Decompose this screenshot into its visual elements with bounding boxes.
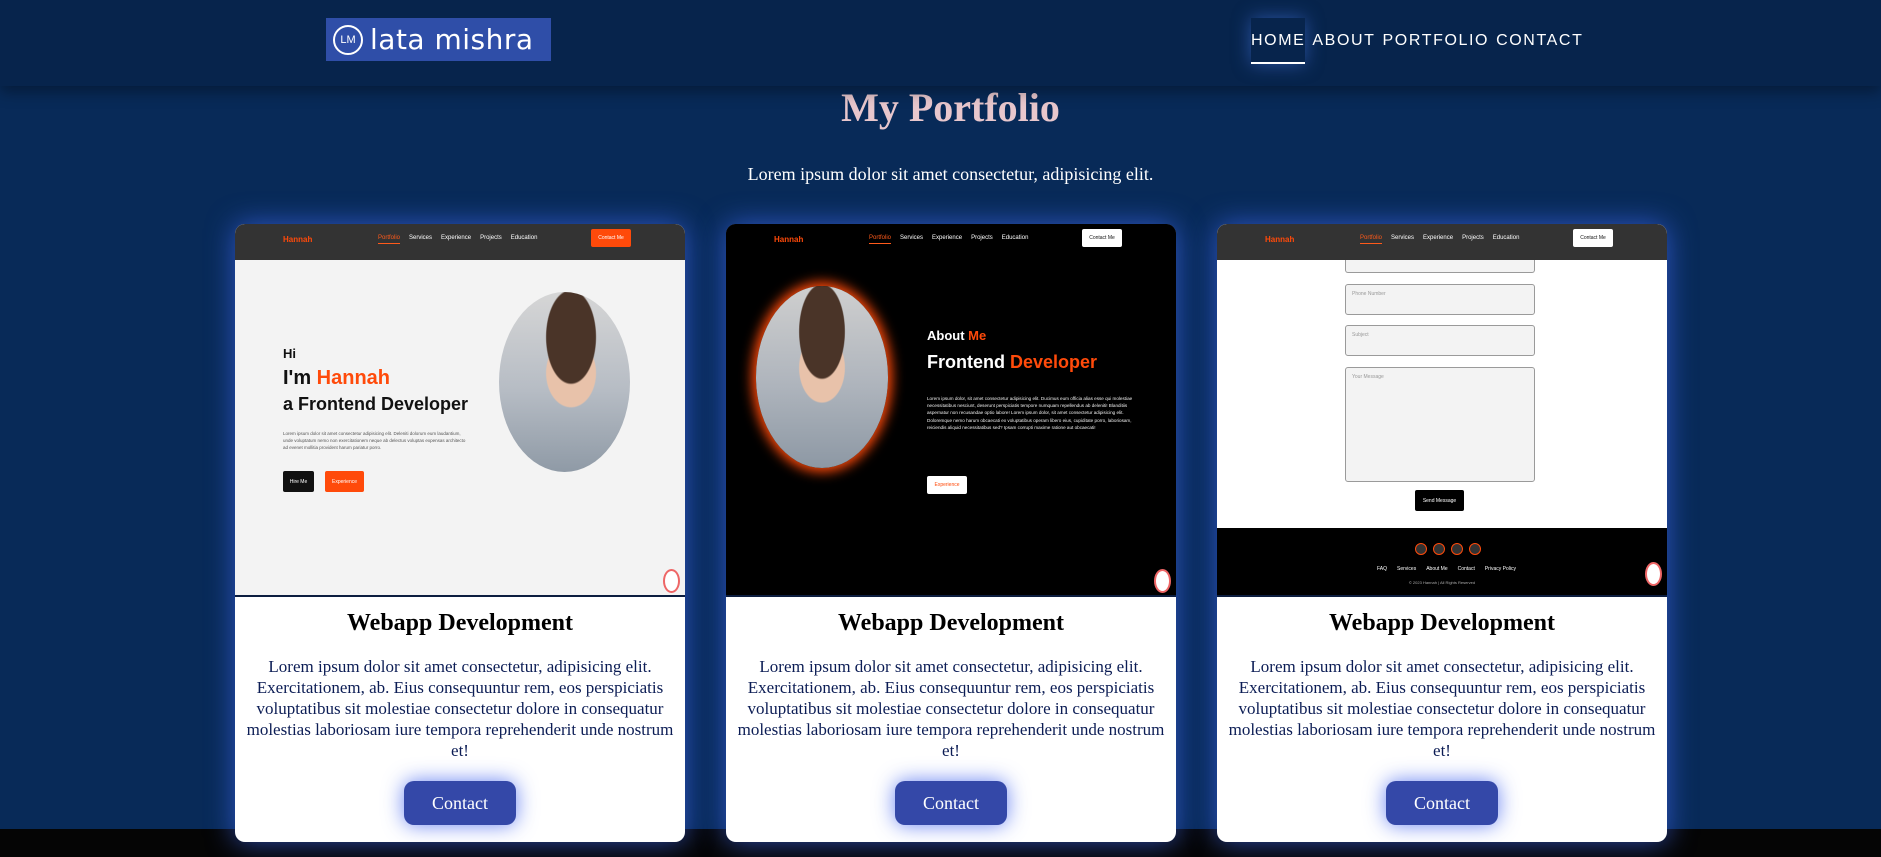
- card-title: Webapp Development: [837, 610, 1064, 636]
- preview-nav-link: Experience: [1423, 235, 1454, 241]
- preview-phone-field: Phone Number: [1345, 284, 1535, 315]
- nav-portfolio[interactable]: PORTFOLIO: [1383, 18, 1490, 64]
- portfolio-card: Hannah Portfolio Services Experience Pro…: [726, 224, 1176, 842]
- preview-frontend: Frontend: [927, 352, 1005, 372]
- preview-subject-field: Subject: [1345, 325, 1535, 356]
- contact-button[interactable]: Contact: [1386, 781, 1498, 825]
- preview-nav-link: Projects: [1462, 235, 1484, 241]
- contact-button[interactable]: Contact: [404, 781, 516, 825]
- preview-footer-link: Contact: [1457, 566, 1475, 572]
- preview-navbar: Hannah Portfolio Services Experience Pro…: [235, 224, 685, 260]
- preview-badge-icon: [663, 569, 680, 593]
- preview-navbar: Hannah Portfolio Services Experience Pro…: [726, 224, 1176, 260]
- contact-button[interactable]: Contact: [895, 781, 1007, 825]
- preview-footer: FAQ Services About Me Contact Privacy Po…: [1217, 528, 1667, 595]
- preview-nav-links: Portfolio Services Experience Projects E…: [378, 235, 537, 244]
- preview-nav-link: Experience: [932, 235, 963, 241]
- preview-nav-link: Services: [900, 235, 924, 241]
- preview-footer-link: FAQ: [1377, 566, 1388, 572]
- project-screenshot: Hannah Portfolio Services Experience Pro…: [726, 224, 1176, 597]
- preview-send-button: Send Message: [1415, 490, 1464, 511]
- nav-about[interactable]: ABOUT: [1312, 18, 1375, 64]
- preview-contact-button: Contact Me: [1082, 229, 1122, 247]
- preview-badge-icon: [1154, 569, 1171, 593]
- preview-about-heading: About Me: [927, 328, 986, 343]
- main-nav: HOME ABOUT PORTFOLIO CONTACT: [1251, 18, 1590, 64]
- preview-me: Me: [968, 328, 987, 343]
- nav-contact[interactable]: CONTACT: [1496, 18, 1583, 64]
- portfolio-card: Hannah Portfolio Services Experience Pro…: [1217, 224, 1667, 842]
- preview-heading: I'm Hannah: [283, 367, 390, 390]
- page-title: My Portfolio: [841, 85, 1060, 130]
- preview-social-icon: [1415, 543, 1427, 555]
- preview-about-body: Lorem ipsum dolor, sit amet consectetur …: [927, 396, 1133, 430]
- preview-im: I'm: [283, 367, 312, 389]
- preview-nav-link: Portfolio: [869, 235, 892, 244]
- card-text: Lorem ipsum dolor sit amet consectetur, …: [1228, 657, 1656, 760]
- preview-footer-link: Privacy Policy: [1484, 566, 1516, 572]
- nav-home[interactable]: HOME: [1251, 18, 1306, 64]
- preview-portrait: [499, 292, 630, 472]
- preview-hire-button: Hire Me: [283, 471, 314, 492]
- preview-nav-link: Projects: [480, 235, 502, 241]
- preview-copyright: © 2023 Hannah | All Rights Reserved: [1408, 580, 1476, 585]
- preview-nav-link: Projects: [971, 235, 993, 241]
- page-subtitle: Lorem ipsum dolor sit amet consectetur, …: [747, 164, 1154, 184]
- preview-about-role: Frontend Developer: [927, 352, 1097, 373]
- preview-nav-link: Education: [510, 235, 538, 241]
- logo[interactable]: LM lata mishra: [326, 18, 551, 61]
- preview-badge-icon: [1645, 562, 1662, 586]
- project-screenshot: Hannah Portfolio Services Experience Pro…: [1217, 224, 1667, 597]
- card-title: Webapp Development: [346, 610, 573, 636]
- preview-brand: Hannah: [283, 235, 313, 244]
- preview-social-icons: [1415, 543, 1481, 555]
- preview-contact-button: Contact Me: [1573, 229, 1613, 247]
- preview-brand: Hannah: [1265, 235, 1295, 244]
- preview-social-icon: [1433, 543, 1445, 555]
- preview-nav-link: Experience: [441, 235, 472, 241]
- logo-text: lata mishra: [370, 22, 534, 56]
- preview-nav-links: Portfolio Services Experience Projects E…: [1360, 235, 1519, 244]
- preview-field-top: [1345, 260, 1535, 273]
- preview-nav-link: Services: [1391, 235, 1415, 241]
- preview-portrait: [756, 286, 888, 468]
- portfolio-card: Hannah Portfolio Services Experience Pro…: [235, 224, 685, 842]
- preview-nav-link: Portfolio: [378, 235, 401, 244]
- preview-footer-link: About Me: [1426, 566, 1448, 572]
- preview-developer: Developer: [1010, 352, 1098, 372]
- preview-experience-button: Experience: [325, 471, 364, 492]
- preview-greeting: Hi: [283, 346, 296, 361]
- preview-social-icon: [1469, 543, 1481, 555]
- preview-body: Lorem ipsum dolor sit amet consectetur a…: [283, 431, 466, 450]
- preview-experience-button: Experience: [927, 476, 967, 494]
- preview-role: a Frontend Developer: [283, 394, 469, 414]
- preview-nav-link: Education: [1492, 235, 1520, 241]
- preview-footer-link: Services: [1397, 566, 1417, 572]
- card-text: Lorem ipsum dolor sit amet consectetur, …: [246, 657, 674, 760]
- preview-brand: Hannah: [774, 235, 804, 244]
- preview-about: About: [927, 328, 965, 343]
- preview-footer-links: FAQ Services About Me Contact Privacy Po…: [1377, 566, 1516, 572]
- navbar: LM lata mishra HOME ABOUT PORTFOLIO CONT…: [0, 0, 1881, 86]
- preview-navbar: Hannah Portfolio Services Experience Pro…: [1217, 224, 1667, 260]
- logo-mark-icon: LM: [333, 24, 363, 55]
- preview-social-icon: [1451, 543, 1463, 555]
- card-text: Lorem ipsum dolor sit amet consectetur, …: [737, 657, 1165, 760]
- preview-contact-button: Contact Me: [591, 229, 631, 247]
- card-title: Webapp Development: [1328, 610, 1555, 636]
- project-screenshot: Hannah Portfolio Services Experience Pro…: [235, 224, 685, 597]
- preview-nav-link: Portfolio: [1360, 235, 1383, 244]
- preview-nav-link: Services: [409, 235, 433, 241]
- preview-name: Hannah: [316, 367, 391, 389]
- preview-message-field: Your Message: [1345, 367, 1535, 482]
- preview-nav-link: Education: [1001, 235, 1029, 241]
- preview-nav-links: Portfolio Services Experience Projects E…: [869, 235, 1028, 244]
